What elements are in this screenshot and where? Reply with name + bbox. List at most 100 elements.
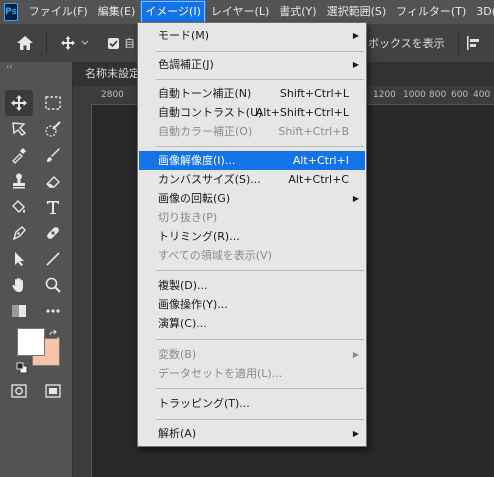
submenu-arrow-icon: ▶ <box>352 429 359 438</box>
menu-item-label: 画像操作(Y)... <box>158 298 228 311</box>
menu-item-auto-tone[interactable]: 自動トーン補正(N) Shift+Ctrl+L <box>139 84 365 103</box>
lasso-tool-icon[interactable] <box>5 116 33 142</box>
menu-item-image-rotation[interactable]: 画像の回転(G) ▶ <box>139 189 365 208</box>
menu-item-trim[interactable]: トリミング(R)... <box>139 227 365 246</box>
menu-shortcut: Alt+Ctrl+I <box>292 154 349 167</box>
menu-separator <box>156 388 364 389</box>
menu-item-image-size[interactable]: 画像解像度(I)... Alt+Ctrl+I <box>139 151 365 170</box>
menu-item-analysis[interactable]: 解析(A) ▶ <box>139 424 365 443</box>
menu-3d[interactable]: 3D(D) <box>471 0 494 24</box>
menu-item-auto-color: 自動カラー補正(O) Shift+Ctrl+B <box>139 122 365 141</box>
menu-item-label: 自動トーン補正(N) <box>158 87 252 100</box>
menu-separator <box>156 270 364 271</box>
align-left-edges-icon[interactable] <box>466 24 482 62</box>
vertical-ruler <box>73 104 92 477</box>
move-tool-preset-icon[interactable] <box>60 24 90 62</box>
menu-item-label: 色調補正(J) <box>158 58 214 71</box>
menu-item-label: すべての領域を表示(V) <box>158 249 272 262</box>
menu-image[interactable]: イメージ(I) <box>140 0 206 24</box>
menu-item-mode[interactable]: モード(M) ▶ <box>139 26 365 45</box>
menu-item-crop: 切り抜き(P) <box>139 208 365 227</box>
menu-shortcut: Shift+Ctrl+B <box>278 125 349 138</box>
menu-item-label: 変数(B) <box>158 348 197 361</box>
menu-filter[interactable]: フィルター(T) <box>391 0 471 24</box>
menu-item-adjustments[interactable]: 色調補正(J) ▶ <box>139 55 365 74</box>
show-transform-controls-label[interactable]: ボックスを表示 <box>368 24 445 62</box>
image-menu-dropdown: モード(M) ▶ 色調補正(J) ▶ 自動トーン補正(N) Shift+Ctrl… <box>137 22 367 447</box>
eyedropper-tool-icon[interactable] <box>5 142 33 168</box>
submenu-arrow-icon: ▶ <box>352 194 359 203</box>
submenu-arrow-icon: ▶ <box>352 31 359 40</box>
marquee-tool-icon[interactable] <box>39 90 67 116</box>
menu-separator <box>156 419 364 420</box>
menu-item-label: データセットを適用(L)... <box>158 367 283 380</box>
ruler-label: 400 <box>473 90 491 100</box>
ruler-label: 1000 <box>403 90 426 100</box>
menu-type[interactable]: 書式(Y) <box>274 0 321 24</box>
paint-bucket-tool-icon[interactable] <box>5 194 33 220</box>
menu-separator <box>156 146 364 147</box>
type-tool-icon[interactable] <box>39 194 67 220</box>
menu-item-reveal-all: すべての領域を表示(V) <box>139 246 365 265</box>
menu-file[interactable]: ファイル(F) <box>24 0 93 24</box>
menu-item-label: 演算(C)... <box>158 317 207 330</box>
document-title: 名称未設定 <box>85 67 140 80</box>
eraser-tool-icon[interactable] <box>39 168 67 194</box>
menu-item-label: 複製(D)... <box>158 279 208 292</box>
submenu-arrow-icon: ▶ <box>352 350 359 359</box>
home-icon[interactable] <box>16 24 34 62</box>
autoselect-label: 自 <box>124 37 135 50</box>
quick-selection-tool-icon[interactable] <box>39 116 67 142</box>
more-tools-icon[interactable] <box>39 298 67 324</box>
menu-item-canvas-size[interactable]: カンバスサイズ(S)... Alt+Ctrl+C <box>139 170 365 189</box>
swap-colors-icon[interactable] <box>48 327 60 346</box>
menu-select[interactable]: 選択範囲(S) <box>322 0 392 24</box>
hand-tool-icon[interactable] <box>5 272 33 298</box>
menu-item-label: 切り抜き(P) <box>158 211 218 224</box>
autoselect-checkbox[interactable]: 自 <box>108 24 135 62</box>
menu-separator <box>156 79 364 80</box>
line-tool-icon[interactable] <box>39 246 67 272</box>
menu-separator <box>156 51 364 52</box>
menu-item-apply-data-set: データセットを適用(L)... <box>139 364 365 383</box>
zoom-tool-icon[interactable] <box>39 272 67 298</box>
ruler-label: 2800 <box>101 90 124 100</box>
menu-item-label: モード(M) <box>158 29 210 42</box>
menu-layer[interactable]: レイヤー(L) <box>206 0 274 24</box>
screen-mode-icon[interactable] <box>39 378 67 404</box>
divider <box>458 32 459 54</box>
stamp-tool-icon[interactable] <box>5 168 33 194</box>
pen-tool-icon[interactable] <box>5 220 33 246</box>
menu-item-label: カンバスサイズ(S)... <box>158 173 261 186</box>
menu-item-label: トラッピング(T)... <box>158 397 250 410</box>
menu-item-trap[interactable]: トラッピング(T)... <box>139 394 365 413</box>
default-colors-icon[interactable] <box>16 359 28 378</box>
menu-item-apply-image[interactable]: 画像操作(Y)... <box>139 295 365 314</box>
divider <box>46 32 47 54</box>
ruler-label: 800 <box>429 90 447 100</box>
quick-mask-rect-icon[interactable] <box>5 298 33 324</box>
toolbar-collapse-button[interactable]: ‹‹ <box>0 62 72 72</box>
submenu-arrow-icon: ▶ <box>352 60 359 69</box>
menu-shortcut: Alt+Shift+Ctrl+L <box>255 106 349 119</box>
move-tool-icon[interactable] <box>5 90 33 116</box>
menu-item-label: トリミング(R)... <box>158 230 240 243</box>
menu-item-label: 画像の回転(G) <box>158 192 231 205</box>
menu-item-calculations[interactable]: 演算(C)... <box>139 314 365 333</box>
menu-item-variables: 変数(B) ▶ <box>139 345 365 364</box>
healing-brush-tool-icon[interactable] <box>39 220 67 246</box>
menu-item-label: 自動カラー補正(O) <box>158 125 253 138</box>
menu-separator <box>156 339 364 340</box>
menu-item-auto-contrast[interactable]: 自動コントラスト(U) Alt+Shift+Ctrl+L <box>139 103 365 122</box>
menu-edit[interactable]: 編集(E) <box>93 0 141 24</box>
foreground-color-swatch[interactable] <box>17 328 45 356</box>
menubar: Ps ファイル(F) 編集(E) イメージ(I) レイヤー(L) 書式(Y) 選… <box>0 0 494 24</box>
photoshop-logo: Ps <box>4 3 18 21</box>
quick-mask-mode-icon[interactable] <box>5 378 33 404</box>
menu-item-label: 解析(A) <box>158 427 197 440</box>
brush-tool-icon[interactable] <box>39 142 67 168</box>
ruler-label: 1200 <box>373 90 396 100</box>
menu-item-duplicate[interactable]: 複製(D)... <box>139 276 365 295</box>
path-selection-tool-icon[interactable] <box>5 246 33 272</box>
menu-shortcut: Alt+Ctrl+C <box>288 173 349 186</box>
